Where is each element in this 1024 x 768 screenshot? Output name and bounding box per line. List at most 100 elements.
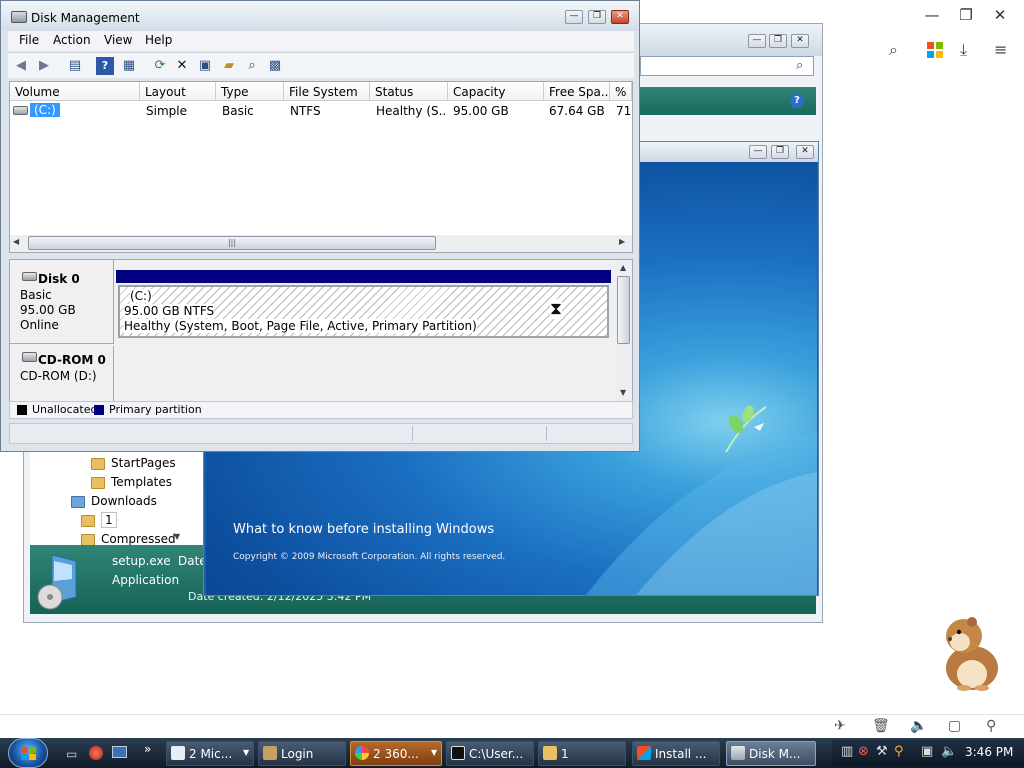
tree-item-downloads[interactable]: Downloads [71, 494, 157, 508]
back-icon[interactable]: ◀ [12, 57, 30, 75]
folder-icon [91, 457, 105, 470]
column-header-free-space[interactable]: Free Spa... [544, 82, 610, 101]
explorer-restore-button[interactable]: ❐ [769, 34, 787, 48]
speaker-icon[interactable]: 🔈 [910, 718, 927, 734]
tree-item-templates[interactable]: Templates [91, 475, 172, 489]
setup-minimize-button[interactable]: — [749, 145, 767, 159]
quicklaunch-browser-icon[interactable] [89, 746, 103, 760]
scroll-down-arrow[interactable]: ▼ [174, 532, 180, 541]
start-button[interactable] [8, 738, 48, 768]
taskbar-item-login[interactable]: Login [258, 741, 346, 766]
taskbar-item-label: 2 Mic... [189, 747, 233, 761]
tree-item-1[interactable]: 1 [81, 512, 117, 528]
menu-file[interactable]: File [19, 33, 39, 47]
disk-settings-icon[interactable]: ▩ [266, 57, 284, 75]
disk-0-state: Online [20, 318, 59, 332]
setup-info-link[interactable]: What to know before installing Windows [233, 522, 494, 537]
folder-icon [71, 495, 85, 508]
tray-network-icon[interactable]: ▥ [841, 744, 853, 759]
window-icon[interactable]: ▢ [948, 718, 961, 734]
quicklaunch-desktop-icon[interactable]: ▭ [66, 747, 77, 761]
folder-icon [81, 514, 95, 527]
tree-item-label: 1 [101, 512, 117, 528]
taskbar-item-install[interactable]: Install ... [632, 741, 720, 766]
partition-c[interactable]: (C:) 95.00 GB NTFS Healthy (System, Boot… [118, 285, 609, 338]
tray-security-icon[interactable]: ⊗ [858, 744, 869, 759]
tray-search-icon[interactable]: ⚲ [894, 744, 904, 759]
column-header-file-system[interactable]: File System [284, 82, 370, 101]
column-header-percent-free[interactable]: % F [610, 82, 632, 101]
explorer-close-button[interactable]: ✕ [791, 34, 809, 48]
setup-close-button[interactable]: ✕ [796, 145, 814, 159]
disk-graph-view: Disk 0 Basic 95.00 GB Online (C:) 95.00 … [9, 259, 633, 403]
column-header-layout[interactable]: Layout [140, 82, 216, 101]
browser-restore-button[interactable]: ❐ [954, 6, 978, 24]
disk-0-info[interactable]: Disk 0 Basic 95.00 GB Online [10, 260, 114, 344]
taskbar-item-disk-management[interactable]: Disk M... [726, 741, 816, 766]
column-header-status[interactable]: Status [370, 82, 448, 101]
explorer-minimize-button[interactable]: — [748, 34, 766, 48]
open-folder-icon[interactable]: ▰ [220, 57, 238, 75]
rocket-icon[interactable]: ✈ [834, 718, 846, 734]
tray-tool-icon[interactable]: ⚒ [876, 744, 888, 759]
menu-action[interactable]: Action [53, 33, 91, 47]
trash-icon[interactable]: 🗑 [872, 718, 890, 734]
key-icon [263, 746, 277, 760]
tree-item-compressed[interactable]: Compressed [81, 532, 176, 546]
column-header-capacity[interactable]: Capacity [448, 82, 544, 101]
quicklaunch-overflow-icon[interactable]: » [144, 742, 151, 756]
cdrom-0-info[interactable]: CD-ROM 0 CD-ROM (D:) [10, 346, 114, 403]
tree-item-startpages[interactable]: StartPages [91, 456, 176, 470]
hourglass-icon: ⧗ [550, 299, 562, 319]
help-icon[interactable]: ? [96, 57, 114, 75]
browser-close-button[interactable]: ✕ [988, 6, 1012, 24]
properties-sheet-icon[interactable]: ▣ [196, 57, 214, 75]
scroll-right-arrow[interactable]: ▶ [619, 237, 625, 246]
setup-restore-button[interactable]: ❐ [771, 145, 789, 159]
search-icon[interactable]: ⌕ [796, 58, 803, 73]
table-row[interactable]: (C:) Simple Basic NTFS Healthy (S... 95.… [10, 102, 632, 120]
column-header-volume[interactable]: Volume [10, 82, 140, 101]
scroll-thumb[interactable] [617, 276, 630, 344]
folder-icon [543, 746, 557, 760]
column-header-type[interactable]: Type [216, 82, 284, 101]
cdrom-icon [22, 352, 37, 362]
tray-volume-icon[interactable]: 🔈 [941, 744, 957, 759]
search-icon[interactable]: ⌕ [889, 40, 898, 60]
menu-icon[interactable]: ≡ [994, 40, 1007, 59]
explore-icon[interactable]: ⌕ [243, 57, 261, 75]
vertical-scrollbar[interactable]: ▲ ▼ [616, 260, 632, 402]
taskbar-item-word[interactable]: 2 Mic... ▼ [166, 741, 254, 766]
clock[interactable]: 3:46 PM [965, 745, 1013, 759]
properties-icon[interactable]: ▦ [120, 57, 138, 75]
dm-restore-button[interactable]: ❐ [588, 10, 606, 24]
windows-logo-icon[interactable] [927, 42, 943, 58]
refresh-icon[interactable]: ⟳ [151, 57, 169, 75]
quicklaunch-monitor-icon[interactable] [112, 746, 127, 758]
scroll-down-arrow[interactable]: ▼ [620, 388, 626, 397]
menu-view[interactable]: View [104, 33, 132, 47]
taskbar-item-folder[interactable]: 1 [538, 741, 626, 766]
scroll-up-arrow[interactable]: ▲ [620, 263, 626, 272]
dm-minimize-button[interactable]: — [565, 10, 583, 24]
horizontal-scrollbar[interactable]: ◀ ||| ▶ [10, 235, 632, 252]
scroll-left-arrow[interactable]: ◀ [13, 237, 19, 246]
help-icon[interactable]: ? [790, 94, 804, 108]
dm-close-button[interactable]: ✕ [611, 10, 629, 24]
menu-help[interactable]: Help [145, 33, 172, 47]
scroll-thumb[interactable]: ||| [28, 236, 436, 250]
tree-item-label: Templates [111, 475, 173, 489]
explorer-search-box[interactable] [640, 56, 814, 76]
zoom-icon[interactable]: ⚲ [986, 718, 996, 734]
browser-minimize-button[interactable]: — [920, 6, 944, 24]
tray-display-icon[interactable]: ▣ [921, 744, 933, 759]
taskbar-item-label: 2 360... [373, 747, 419, 761]
download-icon[interactable]: ⤓ [960, 40, 967, 60]
taskbar-item-label: Disk M... [749, 747, 801, 761]
delete-icon[interactable]: ✕ [173, 57, 191, 75]
up-folder-icon[interactable]: ▤ [66, 57, 84, 75]
forward-icon[interactable]: ▶ [35, 57, 53, 75]
taskbar-item-7zip[interactable]: C:\User... [446, 741, 534, 766]
taskbar-item-360[interactable]: 2 360... ▼ [350, 741, 442, 766]
chevron-down-icon: ▼ [243, 748, 250, 757]
